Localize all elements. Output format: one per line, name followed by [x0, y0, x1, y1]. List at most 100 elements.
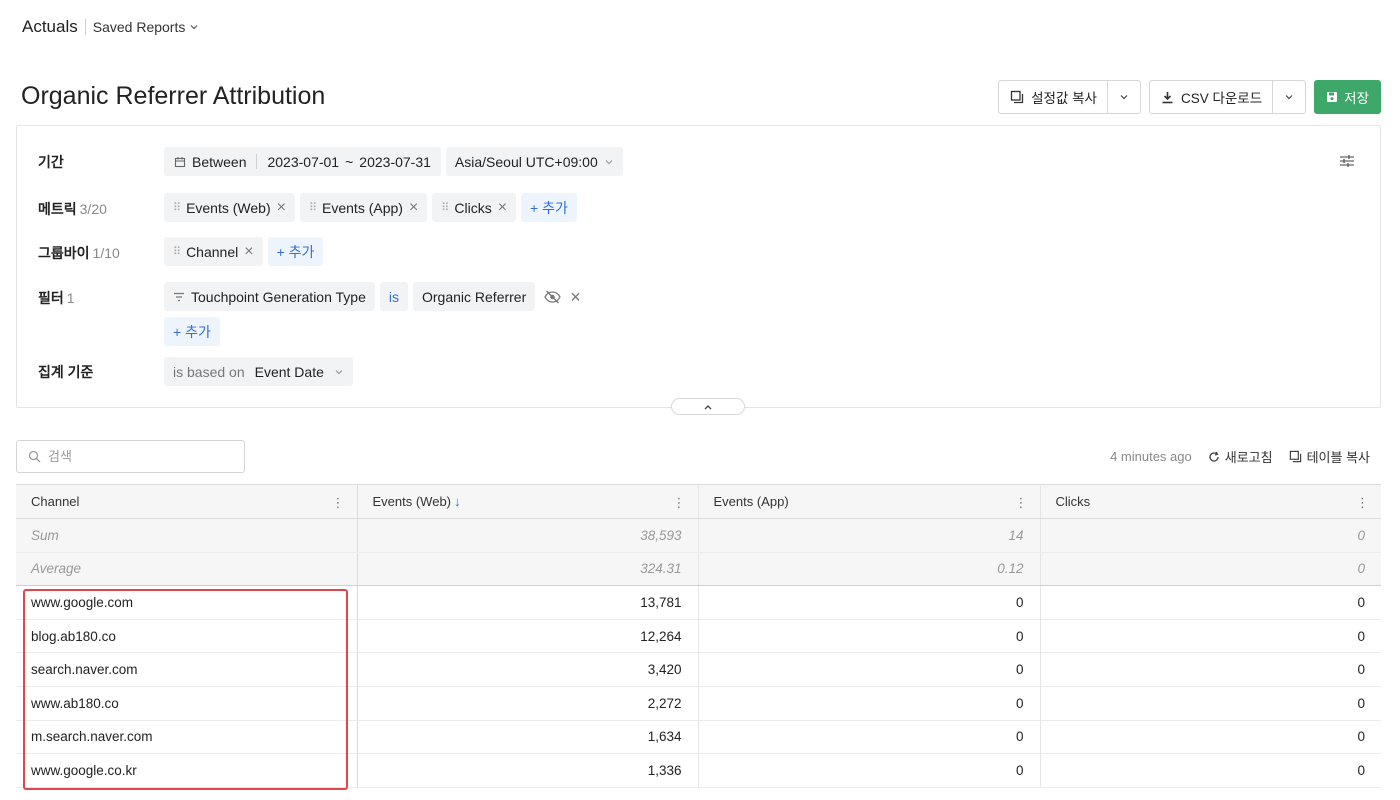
refresh-icon — [1209, 451, 1219, 462]
clicks-cell: 0 — [1040, 585, 1381, 620]
column-header-clicks[interactable]: Clicks ⋮ — [1040, 484, 1381, 519]
summary-label: Average — [16, 552, 358, 587]
collapse-settings-button[interactable] — [671, 398, 745, 415]
search-input[interactable] — [48, 449, 228, 464]
summary-cell: 0.12 — [698, 552, 1041, 587]
nav-separator — [84, 19, 86, 35]
table-row[interactable]: m.search.naver.com 1,634 0 0 — [16, 720, 1381, 755]
metric-chip[interactable]: ⠿ Events (Web) × — [164, 193, 295, 222]
date-start: 2023-07-01 — [267, 153, 340, 170]
floppy-disk-icon — [1327, 92, 1338, 102]
groupby-row: ⠿ Channel × + 추가 — [164, 237, 324, 266]
summary-cell: 0 — [1040, 518, 1381, 553]
events-web-cell: 2,272 — [357, 686, 699, 721]
events-web-cell: 1,336 — [357, 753, 699, 788]
filter-field-select[interactable]: Touchpoint Generation Type — [164, 282, 375, 311]
filter-label-text: 필터 — [38, 290, 64, 306]
column-header-events-app[interactable]: Events (App) ⋮ — [698, 484, 1041, 519]
report-settings-panel: 기간 Between 2023-07-01 ~ 2023-07-31 Asia/… — [16, 125, 1381, 415]
settings-toggle-button[interactable] — [1339, 153, 1355, 174]
filter-value-select[interactable]: Organic Referrer — [413, 282, 536, 311]
report-table: Channel ⋮ Events (Web) ↓ ⋮ Events (App) ⋮ Cl… — [16, 484, 1381, 788]
filter-operator-select[interactable]: is — [379, 282, 408, 311]
date-mode-select[interactable]: Between — [164, 147, 256, 176]
chevron-down-icon — [1120, 95, 1128, 100]
close-icon[interactable]: × — [409, 199, 418, 216]
aggregation-select[interactable]: is based on Event Date — [164, 357, 353, 386]
eye-off-icon[interactable] — [544, 290, 561, 304]
drag-handle-icon[interactable]: ⠿ — [173, 245, 181, 258]
close-icon[interactable]: × — [570, 288, 581, 306]
add-groupby-button[interactable]: + 추가 — [267, 237, 324, 266]
csv-download-label: CSV 다운로드 — [1180, 91, 1263, 106]
groupby-chip-label: Channel — [186, 243, 239, 260]
column-header-label: Events (App) — [713, 494, 789, 509]
date-end: 2023-07-31 — [359, 153, 431, 170]
events-web-cell: 3,420 — [357, 652, 699, 687]
chevron-up-icon — [704, 404, 712, 409]
chevron-down-icon — [335, 369, 343, 374]
column-header-channel[interactable]: Channel ⋮ — [16, 484, 358, 519]
csv-download-button[interactable]: CSV 다운로드 — [1150, 81, 1274, 113]
metrics-row: ⠿ Events (Web) × ⠿ Events (App) × ⠿ Clic… — [164, 193, 577, 222]
header-actions: 설정값 복사 CSV 다운로드 저장 — [998, 80, 1381, 114]
csv-download-dropdown[interactable] — [1273, 81, 1305, 113]
table-row[interactable]: www.ab180.co 2,272 0 0 — [16, 686, 1381, 721]
table-search[interactable] — [16, 440, 245, 473]
sort-desc-icon[interactable]: ↓ — [454, 494, 461, 509]
events-app-cell: 0 — [698, 619, 1041, 654]
events-app-cell: 0 — [698, 720, 1041, 755]
date-range-picker[interactable]: Between 2023-07-01 ~ 2023-07-31 — [164, 147, 441, 176]
calendar-icon — [174, 156, 186, 167]
metrics-label: 메트릭 3/20 — [38, 199, 107, 219]
channel-cell: www.google.com — [16, 585, 358, 620]
groupby-chip[interactable]: ⠿ Channel × — [164, 237, 263, 266]
table-row[interactable]: www.google.co.kr 1,336 0 0 — [16, 753, 1381, 788]
table-row[interactable]: search.naver.com 3,420 0 0 — [16, 652, 1381, 687]
events-web-cell: 1,634 — [357, 720, 699, 755]
period-label: 기간 — [38, 152, 64, 172]
copy-table-button[interactable]: 테이블 복사 — [1289, 447, 1370, 466]
refresh-button[interactable]: 새로고침 — [1208, 447, 1273, 466]
channel-cell: www.google.co.kr — [16, 753, 358, 788]
csv-download-split-button: CSV 다운로드 — [1148, 80, 1307, 114]
column-header-label: Channel — [31, 494, 80, 509]
copy-icon — [1289, 450, 1301, 463]
metric-chip-label: Events (Web) — [186, 199, 271, 216]
copy-settings-dropdown[interactable] — [1108, 81, 1140, 113]
period-label-text: 기간 — [38, 154, 64, 170]
summary-row-average: Average 324.31 0.12 0 — [16, 552, 1381, 587]
filter-label: 필터 1 — [38, 288, 75, 308]
events-web-cell: 13,781 — [357, 585, 699, 620]
add-filter-button[interactable]: + 추가 — [164, 317, 220, 346]
timezone-select[interactable]: Asia/Seoul UTC+09:00 — [445, 147, 623, 176]
metric-chip[interactable]: ⠿ Events (App) × — [299, 193, 428, 222]
kebab-menu-icon[interactable]: ⋮ — [673, 495, 686, 511]
saved-reports-dropdown[interactable]: Saved Reports — [93, 19, 200, 35]
clicks-cell: 0 — [1040, 686, 1381, 721]
table-row[interactable]: blog.ab180.co 12,264 0 0 — [16, 619, 1381, 654]
sliders-icon — [1340, 155, 1354, 167]
close-icon[interactable]: × — [244, 243, 253, 260]
metric-chip[interactable]: ⠿ Clicks × — [432, 193, 517, 222]
period-row: Between 2023-07-01 ~ 2023-07-31 Asia/Seo… — [164, 147, 623, 176]
drag-handle-icon[interactable]: ⠿ — [173, 201, 181, 214]
kebab-menu-icon[interactable]: ⋮ — [1015, 495, 1028, 511]
clicks-cell: 0 — [1040, 720, 1381, 755]
metric-chip-label: Events (App) — [322, 199, 403, 216]
kebab-menu-icon[interactable]: ⋮ — [332, 495, 345, 511]
kebab-menu-icon[interactable]: ⋮ — [1356, 495, 1369, 511]
summary-cell: 324.31 — [357, 552, 699, 587]
copy-settings-button[interactable]: 설정값 복사 — [999, 81, 1108, 113]
close-icon[interactable]: × — [277, 199, 286, 216]
brand-title[interactable]: Actuals — [22, 17, 78, 37]
save-button[interactable]: 저장 — [1314, 80, 1381, 114]
drag-handle-icon[interactable]: ⠿ — [309, 201, 317, 214]
date-range-value[interactable]: 2023-07-01 ~ 2023-07-31 — [257, 147, 440, 176]
add-metric-button[interactable]: + 추가 — [521, 193, 577, 222]
close-icon[interactable]: × — [498, 199, 507, 216]
groupby-label: 그룹바이 1/10 — [38, 243, 120, 263]
column-header-events-web[interactable]: Events (Web) ↓ ⋮ — [357, 484, 699, 519]
drag-handle-icon[interactable]: ⠿ — [441, 201, 449, 214]
table-row[interactable]: www.google.com 13,781 0 0 — [16, 585, 1381, 620]
